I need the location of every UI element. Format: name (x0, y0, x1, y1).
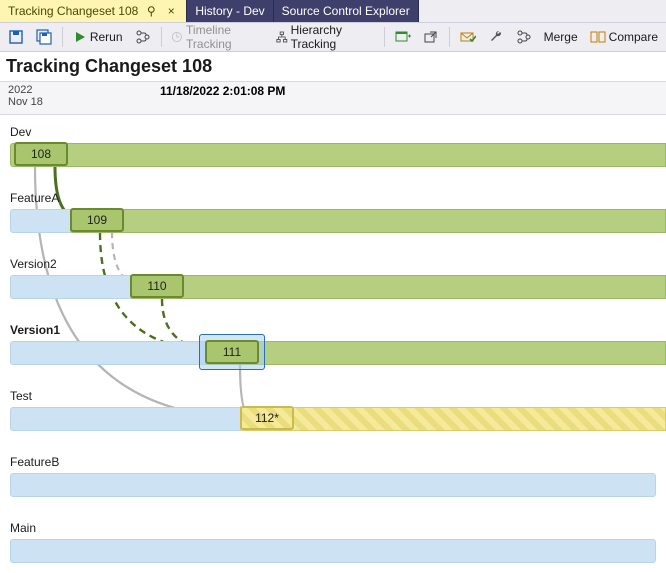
toolbar-separator (161, 27, 162, 47)
check-envelope-icon (460, 29, 476, 45)
changeset-node-111[interactable]: 111 (205, 340, 259, 364)
options-button[interactable] (484, 27, 508, 47)
clock-icon (171, 30, 183, 44)
branch-lane[interactable] (10, 539, 656, 563)
branch-label: Version2 (10, 257, 57, 271)
branch-lane-pre[interactable] (10, 275, 132, 299)
branch-label: Version1 (10, 323, 60, 337)
timeline-area: Dev 108 FeatureA 109 Version2 110 Versio… (0, 115, 666, 573)
changeset-node-108[interactable]: 108 (14, 142, 68, 166)
page-title: Tracking Changeset 108 (0, 52, 666, 81)
compare-icon (590, 29, 606, 45)
check-button[interactable] (456, 27, 480, 47)
branch-label: FeatureB (10, 455, 59, 469)
branch-lane[interactable] (10, 143, 666, 167)
branch-lane[interactable] (205, 341, 666, 365)
timeline-tracking-label: Timeline Tracking (186, 23, 264, 51)
save-all-icon (36, 29, 52, 45)
save-button[interactable] (4, 27, 28, 47)
timeline-header: 2022 Nov 18 11/18/2022 2:01:08 PM (0, 81, 666, 115)
hierarchy-tracking-label: Hierarchy Tracking (291, 23, 374, 51)
header-year: 2022 (8, 84, 62, 96)
merge-icon-button[interactable] (512, 27, 536, 47)
changeset-id: 110 (147, 279, 166, 293)
toolbar: Rerun Timeline Tracking Hierarchy Tracki… (0, 22, 666, 52)
popout-icon (423, 29, 439, 45)
branch-lane-pre[interactable] (10, 341, 207, 365)
hierarchy-icon (276, 30, 288, 44)
play-icon (73, 30, 87, 44)
changeset-node-110[interactable]: 110 (130, 274, 184, 298)
toolbar-separator (449, 27, 450, 47)
changeset-node-109[interactable]: 109 (70, 208, 124, 232)
tab-history-dev[interactable]: History - Dev (187, 0, 273, 22)
wrench-icon (488, 29, 504, 45)
tab-label: Source Control Explorer (282, 4, 410, 18)
tab-strip: Tracking Changeset 108 ⚲ × History - Dev… (0, 0, 666, 22)
branch-icon (516, 29, 532, 45)
header-subdate: Nov 18 (8, 96, 62, 108)
tab-tracking-changeset[interactable]: Tracking Changeset 108 ⚲ × (0, 0, 187, 22)
view2-button[interactable] (419, 27, 443, 47)
pin-icon[interactable]: ⚲ (144, 4, 158, 18)
window-plus-icon (395, 29, 411, 45)
branch-label: FeatureA (10, 191, 59, 205)
branch-lane[interactable] (10, 473, 656, 497)
header-timestamp: 11/18/2022 2:01:08 PM (66, 82, 666, 114)
merge-button[interactable]: Merge (540, 28, 582, 46)
hierarchy-tracking-button[interactable]: Hierarchy Tracking (272, 21, 378, 53)
merge-label: Merge (544, 30, 578, 44)
branch-lane[interactable] (70, 209, 666, 233)
branch-lane-pre[interactable] (10, 209, 72, 233)
tab-label: Tracking Changeset 108 (8, 4, 138, 18)
changeset-id: 109 (87, 213, 107, 227)
branch-label: Test (10, 389, 32, 403)
view1-button[interactable] (391, 27, 415, 47)
compare-label: Compare (609, 30, 658, 44)
branch-lane[interactable] (240, 407, 666, 431)
tab-label: History - Dev (195, 4, 264, 18)
changeset-id: 111 (223, 345, 241, 359)
save-icon (8, 29, 24, 45)
save-all-button[interactable] (32, 27, 56, 47)
branch-lane[interactable] (130, 275, 666, 299)
branch-lane-pre[interactable] (10, 407, 242, 431)
rerun-button[interactable]: Rerun (69, 28, 127, 46)
header-year-column: 2022 Nov 18 (0, 82, 66, 114)
compare-button[interactable]: Compare (586, 27, 662, 47)
changeset-id: 112* (255, 411, 279, 425)
branch-icon (135, 29, 151, 45)
branch-label: Main (10, 521, 36, 535)
rerun-label: Rerun (90, 30, 123, 44)
toolbar-separator (384, 27, 385, 47)
branch-label: Dev (10, 125, 31, 139)
toolbar-separator (62, 27, 63, 47)
branch-small-button[interactable] (131, 27, 155, 47)
tab-source-control-explorer[interactable]: Source Control Explorer (274, 0, 419, 22)
close-icon[interactable]: × (164, 4, 178, 18)
timeline-tracking-button[interactable]: Timeline Tracking (167, 21, 268, 53)
changeset-id: 108 (31, 147, 51, 161)
changeset-node-112[interactable]: 112* (240, 406, 294, 430)
